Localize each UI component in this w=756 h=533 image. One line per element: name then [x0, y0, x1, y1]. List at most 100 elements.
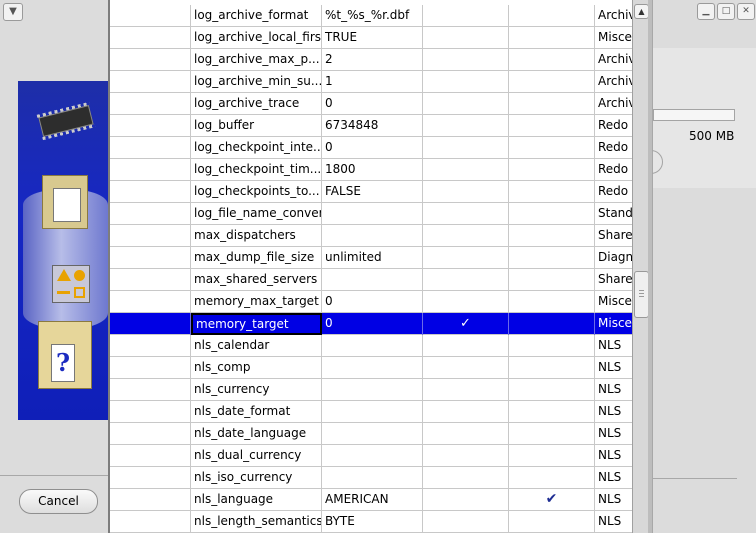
- default-check-cell[interactable]: [423, 71, 509, 93]
- default-check-cell[interactable]: [423, 291, 509, 313]
- initialization-parameters-table[interactable]: log_archive_format%t_%s_%r.dbfArchivelog…: [108, 0, 634, 533]
- row-header-cell[interactable]: [110, 49, 191, 71]
- scrollbar-thumb[interactable]: [634, 271, 649, 318]
- table-row[interactable]: max_shared_servers Shared: [110, 269, 634, 291]
- parameter-name-cell[interactable]: max_dump_file_size: [191, 247, 322, 269]
- row-header-cell[interactable]: [110, 357, 191, 379]
- dynamic-check-cell[interactable]: [509, 247, 595, 269]
- row-header-cell[interactable]: [110, 5, 191, 27]
- dynamic-check-cell[interactable]: ✔: [509, 489, 595, 511]
- parameter-value-cell[interactable]: 0: [322, 137, 423, 159]
- parameter-value-cell[interactable]: [322, 423, 423, 445]
- parameter-name-cell[interactable]: nls_dual_currency: [191, 445, 322, 467]
- row-header-cell[interactable]: [110, 93, 191, 115]
- dynamic-check-cell[interactable]: [509, 511, 595, 533]
- parameter-name-cell[interactable]: memory_max_target: [191, 291, 322, 313]
- category-cell[interactable]: Redo: [595, 115, 634, 137]
- table-row[interactable]: nls_date_language NLS: [110, 423, 634, 445]
- dynamic-check-cell[interactable]: [509, 137, 595, 159]
- parameter-name-cell[interactable]: log_file_name_convert: [191, 203, 322, 225]
- category-cell[interactable]: NLS: [595, 489, 634, 511]
- row-header-cell[interactable]: [110, 313, 191, 335]
- parameter-name-cell[interactable]: nls_comp: [191, 357, 322, 379]
- category-cell[interactable]: Archive: [595, 5, 634, 27]
- category-cell[interactable]: Shared: [595, 225, 634, 247]
- default-check-cell[interactable]: ✓: [423, 313, 509, 335]
- table-row[interactable]: nls_dual_currency NLS: [110, 445, 634, 467]
- category-cell[interactable]: NLS: [595, 357, 634, 379]
- close-icon[interactable]: ✕: [737, 3, 755, 20]
- table-row[interactable]: log_archive_min_su...1 Archive: [110, 71, 634, 93]
- dynamic-check-cell[interactable]: [509, 423, 595, 445]
- dynamic-check-cell[interactable]: [509, 181, 595, 203]
- parameter-name-cell[interactable]: log_checkpoint_inte...: [191, 137, 322, 159]
- table-row[interactable]: max_dump_file_sizeunlimited Diagnostics: [110, 247, 634, 269]
- cancel-button[interactable]: Cancel: [19, 489, 98, 514]
- default-check-cell[interactable]: [423, 467, 509, 489]
- row-header-cell[interactable]: [110, 291, 191, 313]
- default-check-cell[interactable]: [423, 335, 509, 357]
- default-check-cell[interactable]: [423, 379, 509, 401]
- category-cell[interactable]: Redo: [595, 159, 634, 181]
- table-row[interactable]: log_archive_max_p...2 Archive: [110, 49, 634, 71]
- parameter-name-cell[interactable]: log_archive_local_first: [191, 27, 322, 49]
- parameter-name-cell[interactable]: max_shared_servers: [191, 269, 322, 291]
- parameter-value-cell[interactable]: 6734848: [322, 115, 423, 137]
- table-row[interactable]: memory_max_target0 Miscellaneous: [110, 291, 634, 313]
- parameter-name-cell[interactable]: log_archive_min_su...: [191, 71, 322, 93]
- row-header-cell[interactable]: [110, 401, 191, 423]
- table-row[interactable]: nls_calendar NLS: [110, 335, 634, 357]
- table-row[interactable]: log_buffer 6734848 Redo: [110, 115, 634, 137]
- row-header-cell[interactable]: [110, 467, 191, 489]
- dynamic-check-cell[interactable]: [509, 291, 595, 313]
- category-cell[interactable]: Archive: [595, 93, 634, 115]
- row-header-cell[interactable]: [110, 335, 191, 357]
- dynamic-check-cell[interactable]: [509, 313, 595, 335]
- default-check-cell[interactable]: [423, 269, 509, 291]
- category-cell[interactable]: Redo: [595, 181, 634, 203]
- row-header-cell[interactable]: [110, 137, 191, 159]
- dynamic-check-cell[interactable]: [509, 159, 595, 181]
- parameter-value-cell[interactable]: AMERICAN: [322, 489, 423, 511]
- category-cell[interactable]: Shared: [595, 269, 634, 291]
- parameter-value-cell[interactable]: 0: [322, 291, 423, 313]
- default-check-cell[interactable]: [423, 159, 509, 181]
- parameter-name-cell[interactable]: log_checkpoints_to...: [191, 181, 322, 203]
- parameter-name-cell[interactable]: log_archive_format: [191, 5, 322, 27]
- default-check-cell[interactable]: [423, 93, 509, 115]
- table-row[interactable]: log_checkpoints_to... FALSE Redo: [110, 181, 634, 203]
- parameter-value-cell[interactable]: [322, 225, 423, 247]
- table-row[interactable]: log_archive_local_firstTRUE Miscellaneous: [110, 27, 634, 49]
- memory-slider[interactable]: [653, 109, 735, 121]
- dynamic-check-cell[interactable]: [509, 71, 595, 93]
- dynamic-check-cell[interactable]: [509, 203, 595, 225]
- parameter-value-cell[interactable]: [322, 357, 423, 379]
- category-cell[interactable]: NLS: [595, 335, 634, 357]
- dynamic-check-cell[interactable]: [509, 357, 595, 379]
- table-row[interactable]: memory_target0✓ Miscellaneous: [110, 313, 634, 335]
- row-header-cell[interactable]: [110, 445, 191, 467]
- parameter-value-cell[interactable]: 1800: [322, 159, 423, 181]
- category-cell[interactable]: Archive: [595, 71, 634, 93]
- category-cell[interactable]: Miscellaneous: [595, 313, 634, 335]
- parameter-value-cell[interactable]: 1: [322, 71, 423, 93]
- default-check-cell[interactable]: [423, 27, 509, 49]
- dynamic-check-cell[interactable]: [509, 49, 595, 71]
- table-row[interactable]: max_dispatchers Shared: [110, 225, 634, 247]
- table-row[interactable]: log_checkpoint_tim... 1800 Redo: [110, 159, 634, 181]
- arrow-up-icon[interactable]: ▲: [634, 4, 649, 19]
- table-row[interactable]: log_file_name_convert Standby: [110, 203, 634, 225]
- parameter-value-cell[interactable]: [322, 203, 423, 225]
- parameter-value-cell[interactable]: TRUE: [322, 27, 423, 49]
- parameter-name-cell[interactable]: nls_calendar: [191, 335, 322, 357]
- parameter-value-cell[interactable]: [322, 445, 423, 467]
- row-header-cell[interactable]: [110, 27, 191, 49]
- parameter-value-cell[interactable]: [322, 467, 423, 489]
- parameter-name-cell[interactable]: max_dispatchers: [191, 225, 322, 247]
- row-header-cell[interactable]: [110, 511, 191, 533]
- category-cell[interactable]: NLS: [595, 511, 634, 533]
- default-check-cell[interactable]: [423, 203, 509, 225]
- dynamic-check-cell[interactable]: [509, 115, 595, 137]
- default-check-cell[interactable]: [423, 115, 509, 137]
- default-check-cell[interactable]: [423, 247, 509, 269]
